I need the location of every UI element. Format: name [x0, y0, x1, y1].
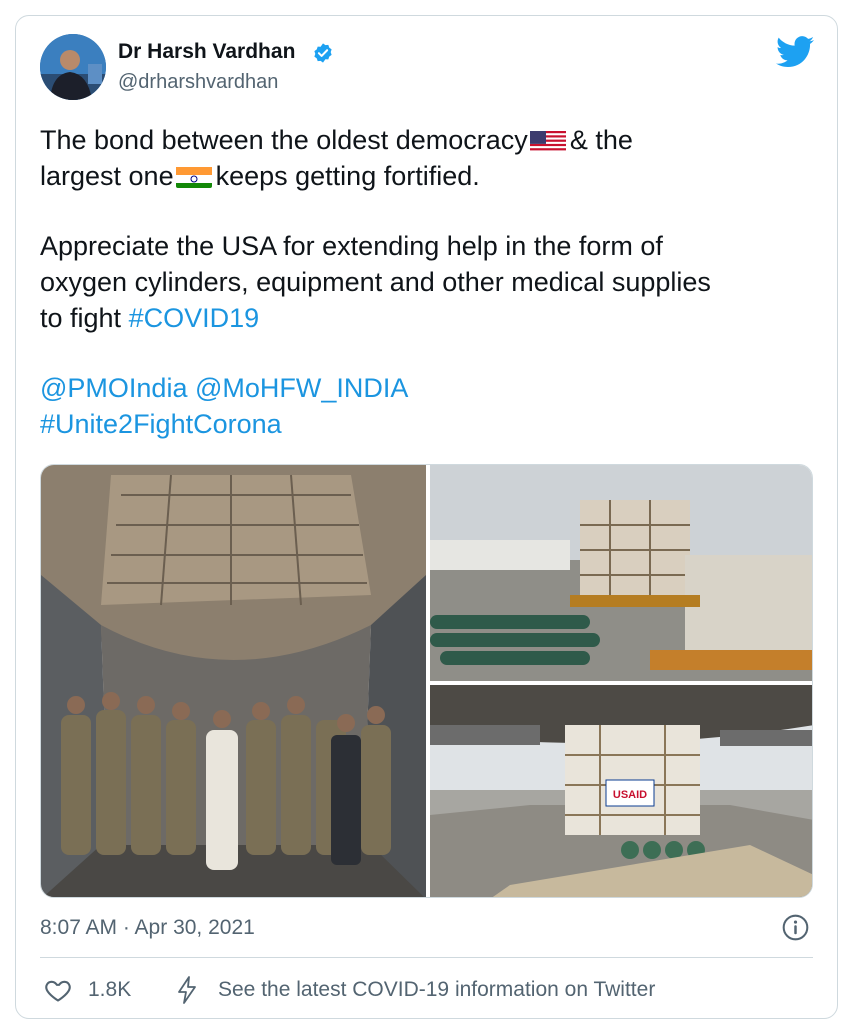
divider — [40, 957, 813, 958]
tweet-text-segment: keeps getting fortified. — [215, 161, 480, 191]
media-grid: USAID — [40, 464, 813, 898]
tweet-text: The bond between the oldest democracy & t… — [40, 122, 830, 442]
author-handle[interactable]: @drharshvardhan — [118, 71, 278, 94]
avatar[interactable] — [40, 34, 106, 100]
heart-icon[interactable] — [44, 976, 72, 1004]
covid-info-link[interactable]: See the latest COVID-19 information on T… — [218, 978, 655, 1002]
tweet-text-segment: The bond between the oldest democracy — [40, 125, 528, 155]
us-flag-icon — [529, 128, 566, 152]
like-count[interactable]: 1.8K — [88, 978, 131, 1002]
tweet-text-segment: & the — [569, 125, 633, 155]
tweet-text-line: oxygen cylinders, equipment and other me… — [40, 267, 711, 297]
tweet-text-segment: largest one — [40, 161, 174, 191]
photo-usaid-crate[interactable]: USAID — [430, 685, 812, 897]
info-icon[interactable] — [782, 914, 809, 941]
verified-badge-icon — [314, 43, 332, 63]
tweet-text-segment: to fight — [40, 303, 129, 333]
author-name[interactable]: Dr Harsh Vardhan — [118, 40, 295, 64]
usaid-crate-label: USAID — [613, 789, 647, 801]
hashtag-unite2fightcorona-link[interactable]: #Unite2FightCorona — [40, 409, 282, 439]
tweet-timestamp[interactable]: 8:07 AM · Apr 30, 2021 — [40, 916, 255, 940]
tweet-text-line: Appreciate the USA for extending help in… — [40, 231, 663, 261]
lightning-bolt-icon — [178, 976, 196, 1004]
hashtag-covid19-link[interactable]: #COVID19 — [129, 303, 260, 333]
photo-cargo-on-tarmac[interactable] — [430, 465, 812, 681]
india-flag-icon — [175, 164, 212, 188]
photo-crew-in-aircraft[interactable] — [41, 465, 426, 897]
mention-pmoindia-link[interactable]: @PMOIndia — [40, 373, 187, 403]
twitter-bird-icon[interactable] — [776, 36, 814, 68]
mention-mohfw-link[interactable]: @MoHFW_INDIA — [195, 373, 408, 403]
